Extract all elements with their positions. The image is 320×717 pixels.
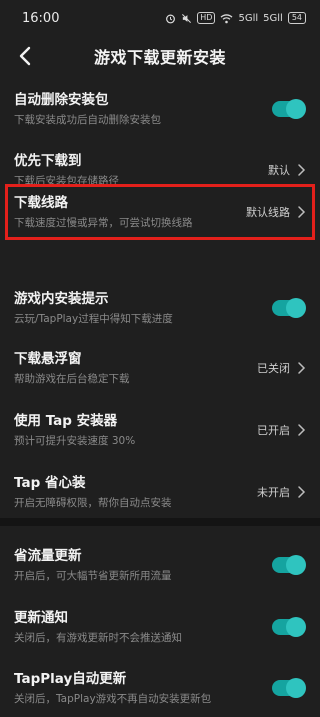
wifi-icon	[221, 13, 233, 23]
setting-title: 更新通知	[14, 609, 68, 626]
setting-title: Tap 省心装	[14, 474, 86, 491]
signal-icon: 5Gll	[263, 12, 283, 24]
setting-subtitle: 开启无障碍权限，帮你自动点安装	[14, 496, 172, 509]
data-saving-toggle[interactable]	[272, 555, 306, 575]
setting-value: 已开启	[257, 424, 290, 437]
setting-data-saving-update[interactable]: 省流量更新 开启后，可大幅节省更新所用流量	[0, 536, 320, 594]
setting-title: 游戏内安装提示	[14, 290, 109, 307]
setting-subtitle: 开启后，可大幅节省更新所用流量	[14, 569, 172, 582]
setting-title: 省流量更新	[14, 547, 82, 564]
tapplay-auto-update-toggle[interactable]	[272, 678, 306, 698]
toggle-knob	[286, 617, 306, 637]
hd-icon: HD	[197, 12, 216, 24]
in-game-install-tip-toggle[interactable]	[272, 298, 306, 318]
chevron-right-icon	[298, 486, 306, 498]
setting-subtitle: 下载安装成功后自动删除安装包	[14, 113, 161, 126]
auto-delete-toggle[interactable]	[272, 99, 306, 119]
top-bar: 游戏下载更新安装	[0, 36, 320, 76]
chevron-right-icon	[298, 362, 306, 374]
chevron-right-icon	[298, 424, 306, 436]
setting-subtitle: 预计可提升安装速度 30%	[14, 434, 136, 447]
setting-subtitle: 关闭后，TapPlay游戏不再自动安装更新包	[14, 692, 212, 705]
update-notification-toggle[interactable]	[272, 617, 306, 637]
setting-subtitle: 关闭后，有游戏更新时不会推送通知	[14, 631, 182, 644]
setting-value: 未开启	[257, 486, 290, 499]
setting-title: 下载悬浮窗	[14, 350, 82, 367]
status-bar: 16:00 HD 5Gll 5Gll 54	[0, 0, 320, 36]
setting-floating-window[interactable]: 下载悬浮窗 帮助游戏在后台稳定下载 已关闭	[0, 339, 320, 397]
setting-tap-installer[interactable]: 使用 Tap 安装器 预计可提升安装速度 30% 已开启	[0, 401, 320, 459]
setting-title: 优先下载到	[14, 152, 82, 169]
setting-auto-delete-package[interactable]: 自动删除安装包 下载安装成功后自动删除安装包	[0, 80, 320, 138]
highlight-box	[5, 184, 315, 240]
alarm-icon	[166, 14, 176, 23]
toggle-knob	[286, 99, 306, 119]
mute-icon	[182, 13, 192, 23]
signal-icon: 5Gll	[238, 12, 259, 24]
setting-tap-easy-install[interactable]: Tap 省心装 开启无障碍权限，帮你自动点安装 未开启	[0, 463, 320, 521]
status-icons: HD 5Gll 5Gll 54	[165, 12, 306, 24]
setting-subtitle: 帮助游戏在后台稳定下载	[14, 372, 130, 385]
setting-title: 自动删除安装包	[14, 91, 109, 108]
setting-update-notification[interactable]: 更新通知 关闭后，有游戏更新时不会推送通知	[0, 598, 320, 656]
setting-in-game-install-tip[interactable]: 游戏内安装提示 云玩/TapPlay过程中得知下载进度	[0, 279, 320, 337]
toggle-knob	[286, 555, 306, 575]
setting-title: 使用 Tap 安装器	[14, 412, 118, 429]
status-time: 16:00	[22, 10, 60, 26]
back-arrow-icon[interactable]	[14, 44, 38, 68]
battery-icon: 54	[287, 12, 306, 24]
toggle-knob	[286, 678, 306, 698]
setting-subtitle: 云玩/TapPlay过程中得知下载进度	[14, 312, 173, 325]
setting-value: 默认	[268, 164, 290, 177]
toggle-knob	[286, 298, 306, 318]
page-title: 游戏下载更新安装	[93, 48, 226, 67]
section-divider	[0, 518, 320, 526]
setting-value: 已关闭	[257, 362, 290, 375]
setting-title: TapPlay自动更新	[14, 670, 127, 687]
setting-tapplay-auto-update[interactable]: TapPlay自动更新 关闭后，TapPlay游戏不再自动安装更新包	[0, 659, 320, 717]
chevron-right-icon	[298, 164, 306, 176]
